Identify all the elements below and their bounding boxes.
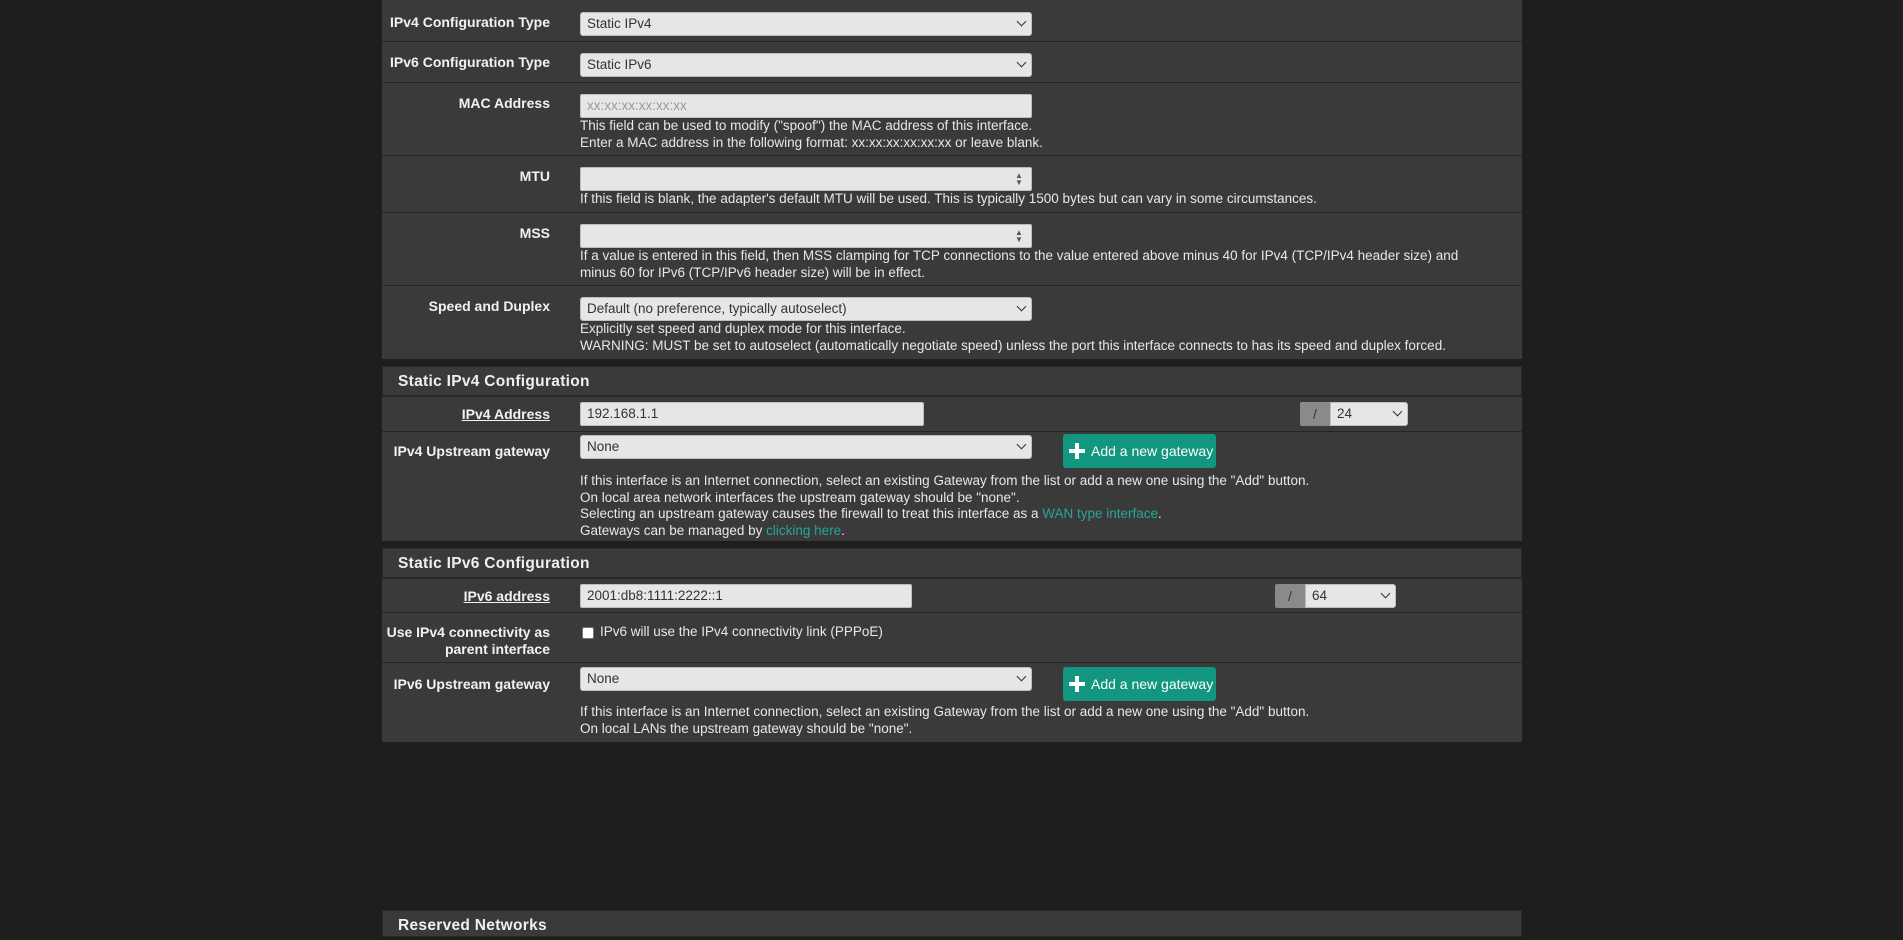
ipv4-address-input[interactable]: 192.168.1.1 [580, 402, 924, 426]
chevron-down-icon [1016, 671, 1027, 682]
chevron-down-icon [1016, 57, 1027, 68]
ipv6-add-gateway-label: Add a new gateway [1091, 676, 1214, 692]
mtu-help: If this field is blank, the adapter's de… [580, 191, 1317, 206]
ipv4-gateway-label: IPv4 Upstream gateway [393, 443, 550, 459]
prefix-slash: / [1275, 584, 1305, 608]
ipv4-config-type-value: Static IPv4 [587, 16, 652, 31]
speed-duplex-help-2: WARNING: MUST be set to autoselect (auto… [580, 338, 1446, 353]
ipv4-cidr-value: 24 [1337, 406, 1353, 421]
mss-help-2: minus 60 for IPv6 (TCP/IPv6 header size)… [580, 265, 925, 280]
ipv6-address-label: IPv6 address [463, 588, 550, 604]
ipv6-gateway-help-2: On local LANs the upstream gateway shoul… [580, 721, 913, 736]
row-mtu: MTU ▲ ▼ If this field is blank, the adapt… [382, 155, 1522, 212]
mss-input[interactable]: ▲ ▼ [580, 224, 1032, 248]
chevron-down-icon [1392, 406, 1403, 417]
ipv4-gateway-help-4-text: Gateways can be managed by [580, 523, 767, 538]
ipv6-parent-checkbox-label[interactable]: IPv6 will use the IPv4 connectivity link… [600, 622, 883, 642]
speed-duplex-value: Default (no preference, typically autose… [587, 301, 847, 316]
plus-icon [1069, 443, 1085, 459]
row-ipv6-config-type: IPv6 Configuration Type Static IPv6 [382, 41, 1522, 82]
ipv6-config-type-select[interactable]: Static IPv6 [580, 53, 1032, 77]
ipv4-gateway-help-4: Gateways can be managed by clicking here… [580, 521, 845, 541]
ipv6-address-value: 2001:db8:1111:2222::1 [587, 588, 723, 603]
ipv4-add-gateway-button[interactable]: Add a new gateway [1063, 434, 1216, 468]
ipv4-gateway-help-3-text: Selecting an upstream gateway causes the… [580, 506, 1043, 521]
reserved-networks-heading: Reserved Networks [382, 910, 1522, 937]
spinner-icon[interactable]: ▲ ▼ [1015, 172, 1023, 187]
ipv4-address-value: 192.168.1.1 [587, 406, 659, 421]
row-ipv6-parent: Use IPv4 connectivity as parent interfac… [382, 612, 1522, 662]
ipv6-add-gateway-button[interactable]: Add a new gateway [1063, 667, 1216, 701]
plus-icon [1069, 676, 1085, 692]
mtu-input[interactable]: ▲ ▼ [580, 167, 1032, 191]
ipv6-parent-checkbox[interactable] [582, 627, 594, 639]
speed-duplex-label: Speed and Duplex [428, 298, 550, 314]
speed-duplex-select[interactable]: Default (no preference, typically autose… [580, 297, 1032, 321]
row-speed-duplex: Speed and Duplex Default (no preference,… [382, 285, 1522, 359]
ipv6-config-type-label: IPv6 Configuration Type [390, 54, 550, 70]
ipv4-add-gateway-label: Add a new gateway [1091, 443, 1214, 459]
ipv4-address-label: IPv4 Address [461, 406, 550, 422]
mac-address-input[interactable]: xx:xx:xx:xx:xx:xx [580, 94, 1032, 118]
ipv6-gateway-label: IPv6 Upstream gateway [393, 676, 550, 692]
ipv4-gateway-help-4-end: . [841, 523, 845, 538]
row-mac-address: MAC Address xx:xx:xx:xx:xx:xx This field… [382, 82, 1522, 155]
mac-address-placeholder: xx:xx:xx:xx:xx:xx [587, 98, 687, 113]
cidr-slash: / [1300, 402, 1330, 426]
ipv6-address-input[interactable]: 2001:db8:1111:2222::1 [580, 584, 912, 608]
static-ipv4-heading: Static IPv4 Configuration [382, 366, 1522, 396]
row-ipv6-address: IPv6 address 2001:db8:1111:2222::1 / 64 [382, 578, 1522, 612]
ipv6-gateway-value: None [587, 671, 620, 686]
ipv4-config-type-select[interactable]: Static IPv4 [580, 12, 1032, 36]
ipv6-config-type-value: Static IPv6 [587, 57, 652, 72]
row-mss: MSS ▲ ▼ If a value is entered in this fie… [382, 212, 1522, 285]
ipv6-prefix-value: 64 [1312, 588, 1328, 603]
row-ipv6-gateway: IPv6 Upstream gateway None Add a new gat… [382, 662, 1522, 742]
mss-label: MSS [519, 225, 550, 241]
ipv6-gateway-select[interactable]: None [580, 667, 1032, 691]
ipv6-parent-label-2: parent interface [444, 641, 550, 657]
row-ipv4-address: IPv4 Address 192.168.1.1 / 24 [382, 396, 1522, 431]
chevron-down-icon [1016, 439, 1027, 450]
ipv6-prefix-select[interactable]: 64 [1305, 584, 1396, 608]
chevron-down-icon [1380, 588, 1391, 599]
ipv4-gateway-help-3-end: . [1158, 506, 1162, 521]
static-ipv6-heading: Static IPv6 Configuration [382, 548, 1522, 578]
row-ipv4-gateway: IPv4 Upstream gateway None Add a new gat… [382, 431, 1522, 541]
chevron-down-icon [1016, 301, 1027, 312]
ipv4-gateway-value: None [587, 439, 620, 454]
mtu-label: MTU [519, 168, 550, 184]
clicking-here-link[interactable]: clicking here [766, 523, 841, 538]
chevron-down-icon [1016, 16, 1027, 27]
spinner-icon[interactable]: ▲ ▼ [1015, 229, 1023, 244]
row-ipv4-config-type: IPv4 Configuration Type Static IPv4 [382, 0, 1522, 41]
mac-address-label: MAC Address [458, 95, 550, 111]
ipv4-cidr-select[interactable]: 24 [1330, 402, 1408, 426]
ipv4-gateway-select[interactable]: None [580, 435, 1032, 459]
ipv4-config-type-label: IPv4 Configuration Type [390, 14, 550, 30]
mac-address-help-2: Enter a MAC address in the following for… [580, 135, 1043, 150]
wan-type-interface-link[interactable]: WAN type interface [1042, 506, 1158, 521]
